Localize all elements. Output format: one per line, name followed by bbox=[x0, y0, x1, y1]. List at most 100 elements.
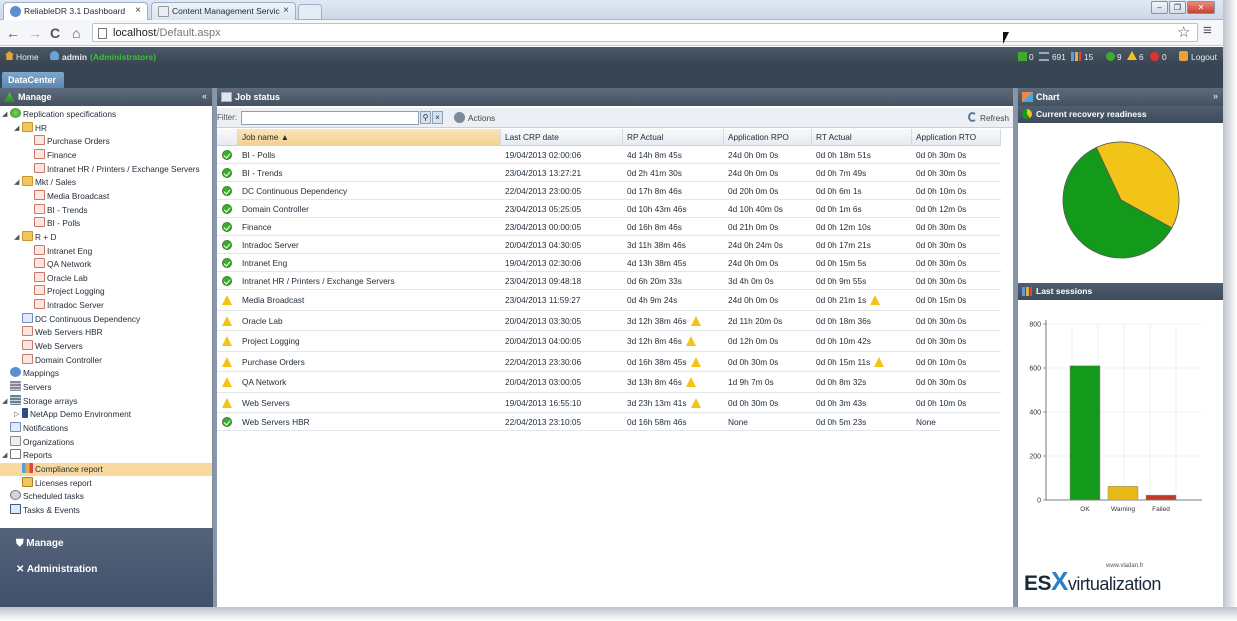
tree-item[interactable]: Intradoc Server bbox=[34, 299, 104, 312]
expanded-twisty-icon[interactable]: ◢ bbox=[14, 176, 19, 189]
column-last-crp-date[interactable]: Last CRP date bbox=[501, 129, 623, 146]
user-name[interactable]: admin bbox=[62, 52, 87, 62]
collapse-icon[interactable]: » bbox=[1213, 91, 1218, 101]
column-rt-actual[interactable]: RT Actual bbox=[812, 129, 912, 146]
tree-item[interactable]: Compliance report bbox=[0, 462, 212, 476]
collapse-icon[interactable]: « bbox=[202, 91, 207, 101]
bookmark-star-icon[interactable]: ☆ bbox=[1177, 23, 1190, 41]
tree-item[interactable]: Oracle Lab bbox=[34, 271, 88, 285]
expanded-twisty-icon[interactable]: ◢ bbox=[2, 108, 7, 121]
table-row[interactable]: Oracle Lab 20/04/2013 03:30:05 3d 12h 38m … bbox=[217, 311, 1001, 331]
tree-item[interactable]: QA Network bbox=[34, 258, 91, 271]
table-row[interactable]: Intranet HR / Printers / Exchange Server… bbox=[217, 272, 1001, 290]
close-icon[interactable]: × bbox=[283, 5, 289, 16]
menu-icon[interactable]: ≡ bbox=[1203, 22, 1212, 39]
actions-menu[interactable]: Actions bbox=[468, 113, 495, 123]
url-input[interactable]: localhost/Default.aspx bbox=[92, 23, 1198, 42]
accordion-manage[interactable]: ⛊ Manage bbox=[16, 538, 64, 549]
tab-content-management[interactable]: Content Management Servic × bbox=[151, 2, 296, 20]
cell-job-name: QA Network bbox=[238, 372, 286, 393]
back-icon[interactable]: ← bbox=[6, 25, 20, 41]
tree-item[interactable]: Purchase Orders bbox=[34, 135, 110, 148]
tree-item[interactable]: Replication specifications bbox=[10, 108, 116, 121]
table-row[interactable]: Web Servers HBR 22/04/2013 23:10:05 0d 16h… bbox=[217, 413, 1001, 431]
expanded-twisty-icon[interactable]: ◢ bbox=[2, 395, 7, 408]
tree-item[interactable]: NetApp Demo Environment bbox=[22, 408, 131, 421]
tree-item[interactable]: Media Broadcast bbox=[34, 189, 109, 203]
tree-item[interactable]: BI - Polls bbox=[34, 217, 80, 230]
tree-item[interactable]: Licenses report bbox=[22, 476, 92, 490]
tree-item[interactable]: Project Logging bbox=[34, 285, 105, 298]
table-row[interactable]: Purchase Orders 22/04/2013 23:30:06 0d 16h… bbox=[217, 352, 1001, 372]
tree-item[interactable]: Organizations bbox=[10, 435, 74, 449]
table-row[interactable]: QA Network 20/04/2013 03:00:05 3d 13h 8m 4… bbox=[217, 372, 1001, 393]
new-tab-button[interactable] bbox=[298, 4, 322, 20]
tree-item[interactable]: HR bbox=[22, 121, 47, 135]
search-icon[interactable]: ⚲ bbox=[420, 111, 431, 124]
close-icon[interactable]: × bbox=[135, 5, 141, 16]
table-row[interactable]: BI - Trends 23/04/2013 13:27:21 0d 2h 41m … bbox=[217, 164, 1001, 182]
refresh-button[interactable]: Refresh bbox=[980, 113, 1009, 123]
column-rp-actual[interactable]: RP Actual bbox=[623, 129, 724, 146]
filter-input[interactable] bbox=[241, 111, 419, 125]
tree-item[interactable]: Servers bbox=[10, 381, 52, 394]
tab-datacenter[interactable]: DataCenter bbox=[2, 72, 64, 88]
tree-item[interactable]: Domain Controller bbox=[22, 353, 102, 367]
tree-item[interactable]: Web Servers HBR bbox=[22, 326, 103, 339]
expanded-twisty-icon[interactable]: ◢ bbox=[2, 449, 7, 462]
cell-rp-actual: 3d 13h 8m 46s bbox=[623, 372, 696, 393]
tree-item[interactable]: Scheduled tasks bbox=[10, 490, 84, 503]
tree-item[interactable]: Finance bbox=[34, 148, 77, 162]
cell-application-rpo: 0d 20h 0m 0s bbox=[724, 182, 778, 200]
tree-item-label: Oracle Lab bbox=[47, 272, 88, 283]
table-row[interactable]: Web Servers 19/04/2013 16:55:10 3d 23h 13m… bbox=[217, 393, 1001, 413]
table-row[interactable]: Project Logging 20/04/2013 04:00:05 3d 12h… bbox=[217, 331, 1001, 352]
expanded-twisty-icon[interactable]: ◢ bbox=[14, 231, 19, 244]
tree-item-label: BI - Polls bbox=[47, 218, 81, 229]
table-row[interactable]: Domain Controller 23/04/2013 05:25:05 0d 1… bbox=[217, 200, 1001, 218]
column-application-rto[interactable]: Application RTO bbox=[912, 129, 1001, 146]
table-row[interactable]: Intradoc Server 20/04/2013 04:30:05 3d 11h… bbox=[217, 236, 1001, 254]
cell-application-rpo-text: 24d 0h 24m 0s bbox=[728, 240, 783, 250]
cell-job-name: Finance bbox=[238, 218, 272, 236]
collapsed-twisty-icon[interactable]: ▷ bbox=[14, 408, 19, 421]
home-link[interactable]: Home bbox=[16, 52, 39, 62]
user-icon bbox=[50, 51, 59, 60]
accordion-administration[interactable]: ✕ Administration bbox=[16, 564, 97, 575]
cell-rt-actual-text: 0d 0h 21m 1s bbox=[816, 295, 867, 305]
table-row[interactable]: DC Continuous Dependency 22/04/2013 23:00… bbox=[217, 182, 1001, 200]
logout-link[interactable]: Logout bbox=[1191, 52, 1217, 62]
clear-filter-icon[interactable]: × bbox=[432, 111, 443, 124]
column-job-name[interactable]: Job name ▲ bbox=[238, 129, 501, 146]
pie-chart-icon bbox=[1022, 109, 1032, 119]
tree-item[interactable]: Intranet HR / Printers / Exchange Server… bbox=[34, 162, 200, 176]
warning-icon bbox=[685, 336, 696, 346]
tree-item[interactable]: R + D bbox=[22, 230, 56, 244]
forward-icon[interactable]: → bbox=[28, 25, 42, 41]
tree-item-label: Purchase Orders bbox=[47, 136, 110, 147]
user-role: (Administrators) bbox=[90, 52, 157, 62]
table-row[interactable]: Media Broadcast 23/04/2013 11:59:27 0d 4h … bbox=[217, 290, 1001, 311]
tree-item[interactable]: Mappings bbox=[10, 367, 59, 380]
window-close-button[interactable]: ✕ bbox=[1187, 1, 1215, 14]
expanded-twisty-icon[interactable]: ◢ bbox=[14, 122, 19, 135]
tree-item[interactable]: Mkt / Sales bbox=[22, 176, 76, 189]
table-row[interactable]: BI - Polls 19/04/2013 02:00:06 4d 14h 8m 4… bbox=[217, 146, 1001, 164]
table-row[interactable]: Intranet Eng 19/04/2013 02:30:06 4d 13h 38… bbox=[217, 254, 1001, 272]
tree-item[interactable]: DC Continuous Dependency bbox=[22, 312, 140, 326]
column-application-rpo[interactable]: Application RPO bbox=[724, 129, 812, 146]
tree-item[interactable]: Intranet Eng bbox=[34, 244, 92, 258]
home-icon[interactable]: ⌂ bbox=[72, 25, 80, 41]
tree-item[interactable]: Tasks & Events bbox=[10, 503, 80, 517]
maximize-button[interactable]: ❐ bbox=[1169, 1, 1186, 14]
tree-item[interactable]: Notifications bbox=[10, 421, 68, 435]
minimize-button[interactable]: – bbox=[1151, 1, 1168, 14]
table-row[interactable]: Finance 23/04/2013 00:00:05 0d 16h 8m 46s 0… bbox=[217, 218, 1001, 236]
reload-icon[interactable]: C bbox=[50, 25, 60, 41]
tree-item[interactable]: Storage arrays bbox=[10, 394, 77, 408]
tab-reliabledr[interactable]: ReliableDR 3.1 Dashboard × bbox=[3, 2, 148, 20]
filter-label: Filter: bbox=[217, 113, 237, 122]
tree-item[interactable]: Web Servers bbox=[22, 340, 83, 353]
tree-item[interactable]: Reports bbox=[10, 449, 52, 462]
tree-item[interactable]: BI - Trends bbox=[34, 203, 88, 217]
